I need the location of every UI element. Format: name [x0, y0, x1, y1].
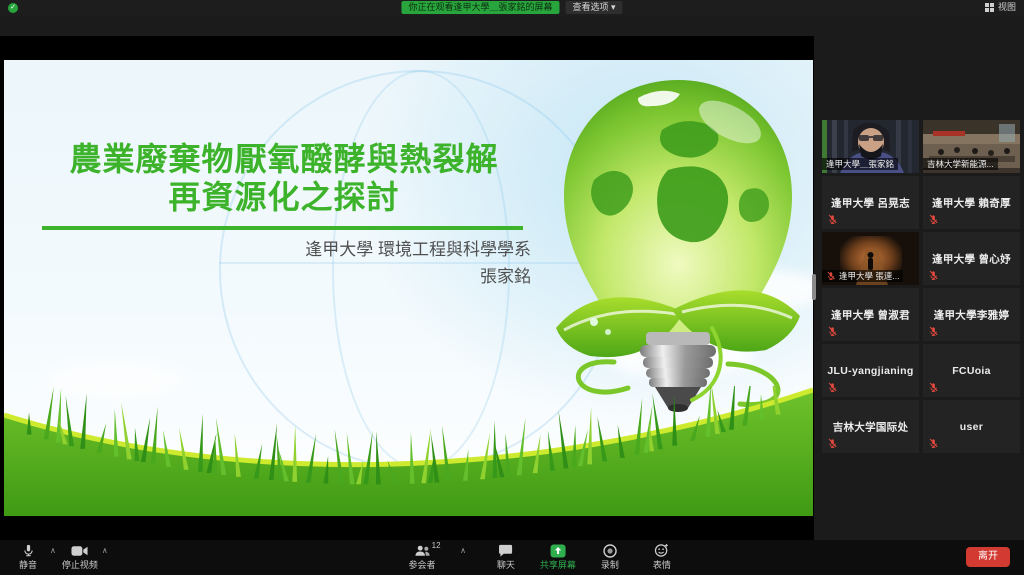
shared-screen-area: 農業廢棄物厭氧醱酵與熱裂解 再資源化之探討 逢甲大學 環境工程與科學學系 張家銘 [0, 36, 814, 540]
share-screen-label: 共享屏幕 [540, 560, 576, 570]
video-options-chevron[interactable]: ∧ [102, 546, 108, 555]
view-button[interactable]: 视图 [985, 1, 1016, 14]
record-label: 录制 [601, 560, 619, 570]
microphone-icon [20, 543, 37, 558]
slide-subtitle-department: 逢甲大學 環境工程與科學學系 [141, 236, 531, 263]
participant-name: user [923, 421, 1020, 433]
muted-mic-icon [928, 438, 939, 449]
meeting-toolbar: 静音 ∧ 停止视频 ∧ [0, 540, 1024, 575]
participant-name: 逢甲大學 賴奇厚 [923, 195, 1020, 210]
participant-tile[interactable]: 逢甲大學 張連... [822, 232, 919, 285]
meeting-content: 農業廢棄物厭氧醱酵與熱裂解 再資源化之探討 逢甲大學 環境工程與科學學系 張家銘 [0, 16, 1024, 540]
chat-label: 聊天 [497, 560, 515, 570]
participant-name-label: 吉林大学新能源... [923, 158, 998, 170]
mute-options-chevron[interactable]: ∧ [50, 546, 56, 555]
participants-icon: 12 [414, 543, 431, 558]
muted-mic-icon [826, 271, 836, 281]
muted-mic-icon [928, 270, 939, 281]
participant-tile[interactable]: JLU-yangjianing [822, 344, 919, 397]
participant-name: 逢甲大學 曾心妤 [923, 251, 1020, 266]
grid-view-icon [985, 3, 994, 12]
leave-meeting-button[interactable]: 离开 [966, 547, 1010, 567]
participant-tile[interactable]: 逢甲大學 賴奇厚 [923, 176, 1020, 229]
earth-bulb-illustration [542, 70, 813, 422]
view-button-label: 视图 [998, 1, 1016, 14]
participants-count-badge: 12 [432, 541, 441, 550]
slide-title-line2: 再資源化之探討 [22, 178, 546, 216]
participant-tile[interactable]: 逢甲大學 呂晃志 [822, 176, 919, 229]
camera-icon [71, 543, 88, 558]
participant-name: JLU-yangjianing [822, 365, 919, 377]
slide-title-line1: 農業廢棄物厭氧醱酵與熱裂解 [22, 140, 546, 178]
muted-mic-icon [827, 214, 838, 225]
chat-button[interactable]: 聊天 [488, 543, 524, 570]
chat-bubble-icon [497, 543, 514, 558]
participant-name-label: 逢甲大學＿張家銘 [822, 158, 898, 170]
participants-sidebar: 逢甲大學＿張家銘 [818, 16, 1024, 540]
participant-name: 逢甲大學 曾淑君 [822, 307, 919, 322]
muted-mic-icon [827, 438, 838, 449]
stop-video-label: 停止视频 [62, 560, 98, 570]
record-button[interactable]: 录制 [592, 543, 628, 570]
title-underline [42, 226, 523, 230]
participant-tile[interactable]: user [923, 400, 1020, 453]
muted-mic-icon [928, 326, 939, 337]
participant-tile[interactable]: 吉林大学国际处 [822, 400, 919, 453]
emoji-icon [653, 543, 670, 558]
participant-name-label: 逢甲大學 張連... [822, 270, 903, 282]
participant-name: 逢甲大學李雅婷 [923, 307, 1020, 322]
viewing-screen-banner: 你正在观看逢甲大學＿張家銘的屏幕 [401, 1, 559, 14]
slide-subtitle: 逢甲大學 環境工程與科學學系 張家銘 [141, 236, 531, 290]
reactions-button[interactable]: 表情 [644, 543, 680, 570]
participant-name: 吉林大学国际处 [822, 419, 919, 434]
muted-mic-icon [928, 214, 939, 225]
participant-tile[interactable]: 逢甲大學 曾淑君 [822, 288, 919, 341]
participants-options-chevron[interactable]: ∧ [460, 546, 466, 555]
participant-tile[interactable]: 逢甲大學 曾心妤 [923, 232, 1020, 285]
zoom-app: ✓ 你正在观看逢甲大學＿張家銘的屏幕 查看选项 ▾ 视图 [0, 0, 1024, 575]
participant-tile[interactable]: 逢甲大學＿張家銘 [822, 120, 919, 173]
participant-tile[interactable]: 吉林大学新能源... [923, 120, 1020, 173]
slide-title: 農業廢棄物厭氧醱酵與熱裂解 再資源化之探討 [22, 140, 546, 216]
stop-video-button[interactable]: 停止视频 [62, 543, 98, 570]
participant-tile[interactable]: FCUoia [923, 344, 1020, 397]
share-screen-button[interactable]: 共享屏幕 [540, 543, 576, 570]
record-icon [601, 543, 618, 558]
view-options-dropdown[interactable]: 查看选项 ▾ [565, 1, 622, 14]
grass-illustration [4, 386, 813, 516]
mute-button[interactable]: 静音 [10, 543, 46, 570]
meeting-top-bar: ✓ 你正在观看逢甲大學＿張家銘的屏幕 查看选项 ▾ 视图 [0, 0, 1024, 16]
mute-label: 静音 [19, 560, 37, 570]
slide-subtitle-author: 張家銘 [141, 263, 531, 290]
participant-tile[interactable]: 逢甲大學李雅婷 [923, 288, 1020, 341]
participant-name: FCUoia [923, 365, 1020, 377]
share-screen-icon [549, 543, 566, 558]
security-shield-icon[interactable]: ✓ [8, 3, 18, 13]
participant-tiles: 逢甲大學＿張家銘 [822, 120, 1020, 453]
presentation-slide: 農業廢棄物厭氧醱酵與熱裂解 再資源化之探討 逢甲大學 環境工程與科學學系 張家銘 [4, 60, 813, 516]
muted-mic-icon [827, 382, 838, 393]
participants-button[interactable]: 12 参会者 [404, 543, 440, 570]
reactions-label: 表情 [653, 560, 671, 570]
muted-mic-icon [928, 382, 939, 393]
participants-label: 参会者 [409, 560, 436, 570]
participant-name: 逢甲大學 呂晃志 [822, 195, 919, 210]
muted-mic-icon [827, 326, 838, 337]
sidebar-drag-handle[interactable] [812, 274, 816, 300]
